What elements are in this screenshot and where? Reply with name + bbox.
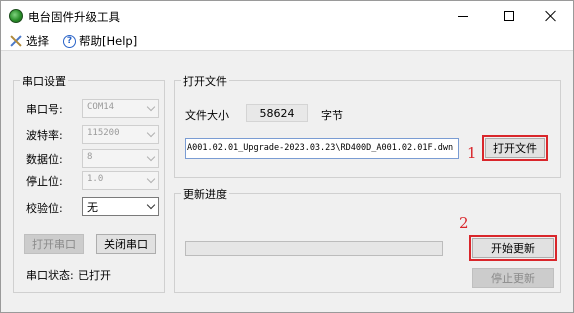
- stop-bits-value: 1.0: [87, 174, 104, 184]
- chevron-down-icon: [146, 200, 156, 210]
- chevron-down-icon: [146, 102, 156, 112]
- menu-help-label: 帮助[Help]: [79, 34, 138, 48]
- progress-group-title: 更新进度: [181, 186, 229, 202]
- serial-settings-group: 串口设置 串口号: COM14 波特率: 115200 数据位: 8 停止位: …: [13, 73, 165, 293]
- help-icon: ?: [63, 34, 76, 48]
- parity-select[interactable]: 无: [82, 197, 159, 216]
- chevron-down-icon: [146, 128, 156, 138]
- app-window: 电台固件升级工具 选择 ? 帮助[Help] 串口设置 串口号: COM14 波…: [0, 0, 574, 313]
- stop-update-button[interactable]: 停止更新: [472, 268, 554, 288]
- minimize-icon: [458, 15, 468, 17]
- file-size-unit: 字节: [321, 109, 343, 122]
- data-bits-label: 数据位:: [26, 153, 63, 166]
- port-select[interactable]: COM14: [82, 99, 159, 118]
- open-port-button[interactable]: 打开串口: [24, 234, 84, 254]
- update-progress-group: 更新进度 2 开始更新 停止更新: [174, 186, 561, 293]
- menu-help[interactable]: ? 帮助[Help]: [63, 33, 137, 49]
- menu-select[interactable]: 选择: [9, 33, 49, 49]
- port-status-label: 串口状态:: [26, 269, 74, 282]
- port-label: 串口号:: [26, 103, 63, 116]
- file-group-title: 打开文件: [181, 73, 229, 89]
- baud-label: 波特率:: [26, 129, 63, 142]
- step-2-annotation: 2: [459, 214, 469, 232]
- maximize-icon: [504, 11, 514, 21]
- step-1-annotation: 1: [467, 144, 477, 162]
- baud-value: 115200: [87, 128, 120, 138]
- start-update-button[interactable]: 开始更新: [469, 235, 557, 261]
- close-icon: [545, 10, 557, 22]
- serial-group-title: 串口设置: [20, 73, 68, 89]
- window-title: 电台固件升级工具: [28, 10, 120, 24]
- file-size-label: 文件大小: [185, 109, 229, 122]
- chevron-down-icon: [146, 152, 156, 162]
- file-path-input[interactable]: A001.02.01_Upgrade-2023.03.23\RD400D_A00…: [185, 138, 459, 159]
- chevron-down-icon: [146, 174, 156, 184]
- close-button[interactable]: [529, 1, 573, 31]
- update-progress-bar: [185, 241, 443, 256]
- port-value: COM14: [87, 102, 115, 112]
- close-port-button[interactable]: 关闭串口: [96, 234, 156, 254]
- app-logo-icon: [9, 9, 23, 23]
- stop-bits-select[interactable]: 1.0: [82, 171, 159, 190]
- open-file-button[interactable]: 打开文件: [482, 135, 548, 161]
- menu-bar: 选择 ? 帮助[Help]: [1, 31, 573, 51]
- baud-select[interactable]: 115200: [82, 125, 159, 144]
- minimize-button[interactable]: [441, 1, 485, 31]
- menu-select-label: 选择: [26, 34, 49, 48]
- parity-value: 无: [87, 201, 98, 214]
- title-bar: 电台固件升级工具: [1, 1, 573, 31]
- stop-bits-label: 停止位:: [26, 175, 63, 188]
- tools-icon: [9, 34, 23, 48]
- port-status-value: 已打开: [78, 269, 111, 282]
- data-bits-select[interactable]: 8: [82, 149, 159, 168]
- parity-label: 校验位:: [26, 202, 63, 215]
- file-size-value: 58624: [246, 104, 308, 122]
- maximize-button[interactable]: [487, 1, 531, 31]
- data-bits-value: 8: [87, 152, 93, 162]
- open-file-group: 打开文件 文件大小 58624 字节 A001.02.01_Upgrade-20…: [174, 73, 561, 178]
